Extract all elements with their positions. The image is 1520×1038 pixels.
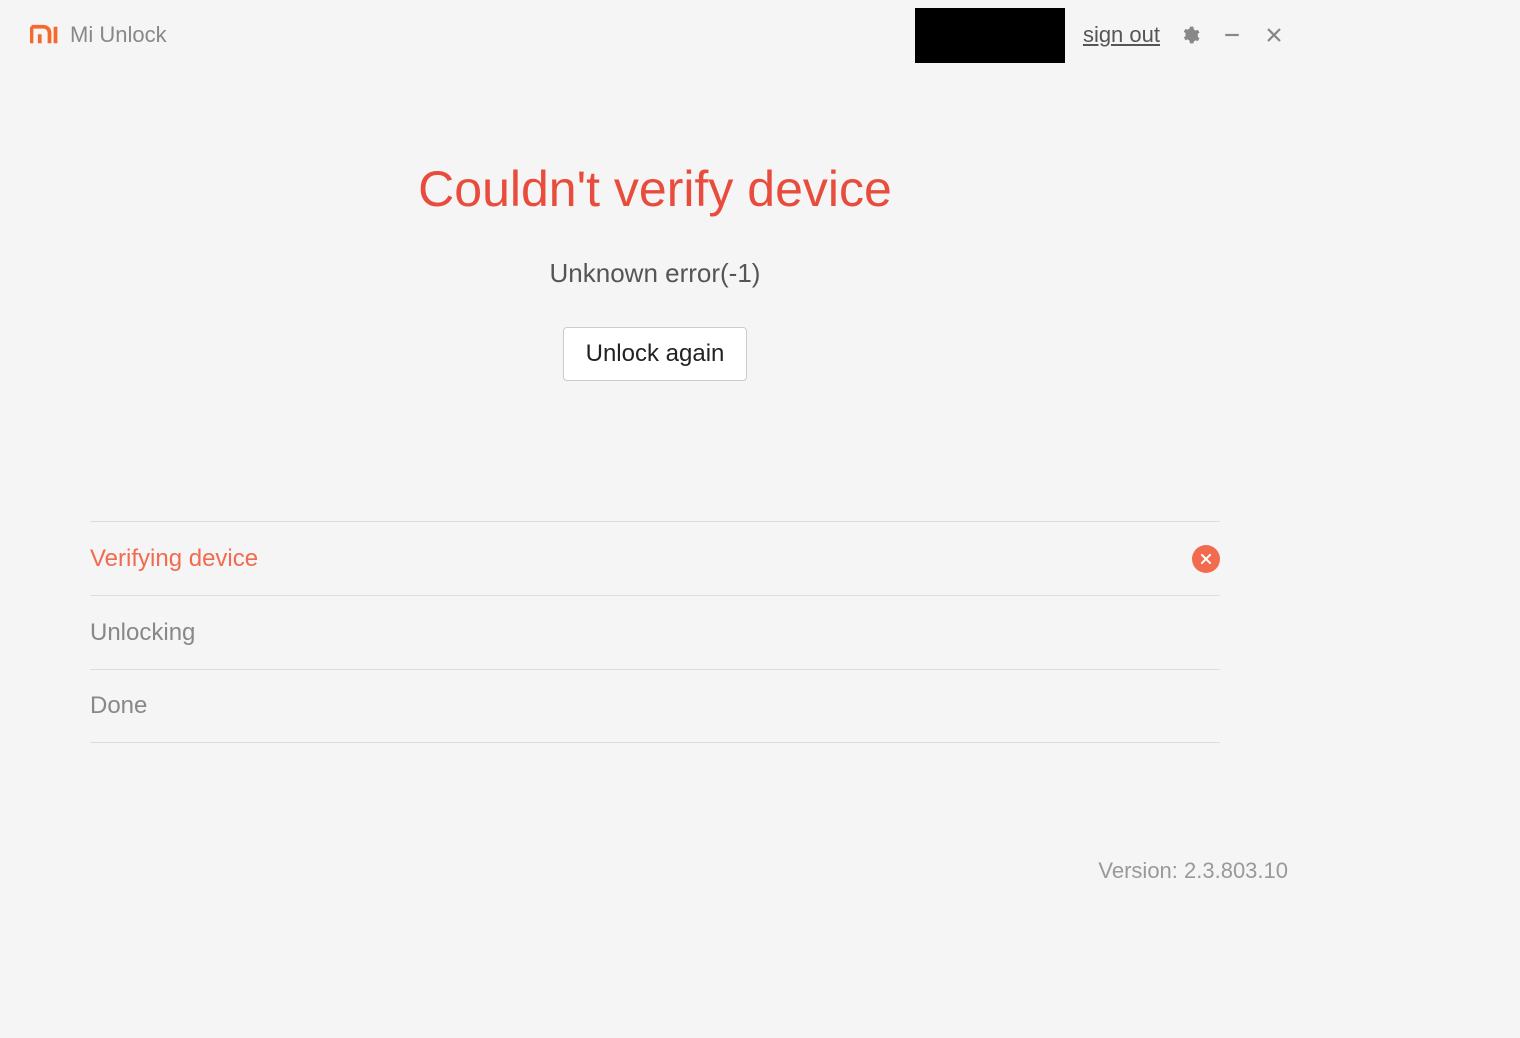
- user-account-redacted: [915, 8, 1065, 63]
- close-icon[interactable]: [1262, 23, 1286, 47]
- error-subtitle: Unknown error(-1): [0, 258, 1310, 289]
- app-logo: Mi Unlock: [30, 22, 167, 48]
- app-title: Mi Unlock: [70, 22, 167, 48]
- step-done: Done: [90, 669, 1220, 743]
- step-unlocking: Unlocking: [90, 595, 1220, 669]
- error-title: Couldn't verify device: [0, 160, 1310, 218]
- version-label: Version: 2.3.803.10: [1098, 858, 1288, 884]
- error-x-icon: [1192, 545, 1220, 573]
- step-label: Unlocking: [90, 619, 195, 647]
- step-label: Done: [90, 692, 147, 720]
- sign-out-link[interactable]: sign out: [1083, 22, 1160, 48]
- titlebar-right: sign out: [915, 8, 1286, 63]
- minimize-icon[interactable]: [1220, 23, 1244, 47]
- titlebar: Mi Unlock sign out: [0, 0, 1310, 70]
- unlock-again-button[interactable]: Unlock again: [563, 327, 748, 381]
- mi-logo-icon: [30, 23, 60, 47]
- gear-icon[interactable]: [1178, 23, 1202, 47]
- steps-list: Verifying device Unlocking Done: [90, 521, 1220, 743]
- step-label: Verifying device: [90, 545, 258, 573]
- main-content: Couldn't verify device Unknown error(-1)…: [0, 70, 1310, 381]
- step-verifying: Verifying device: [90, 521, 1220, 595]
